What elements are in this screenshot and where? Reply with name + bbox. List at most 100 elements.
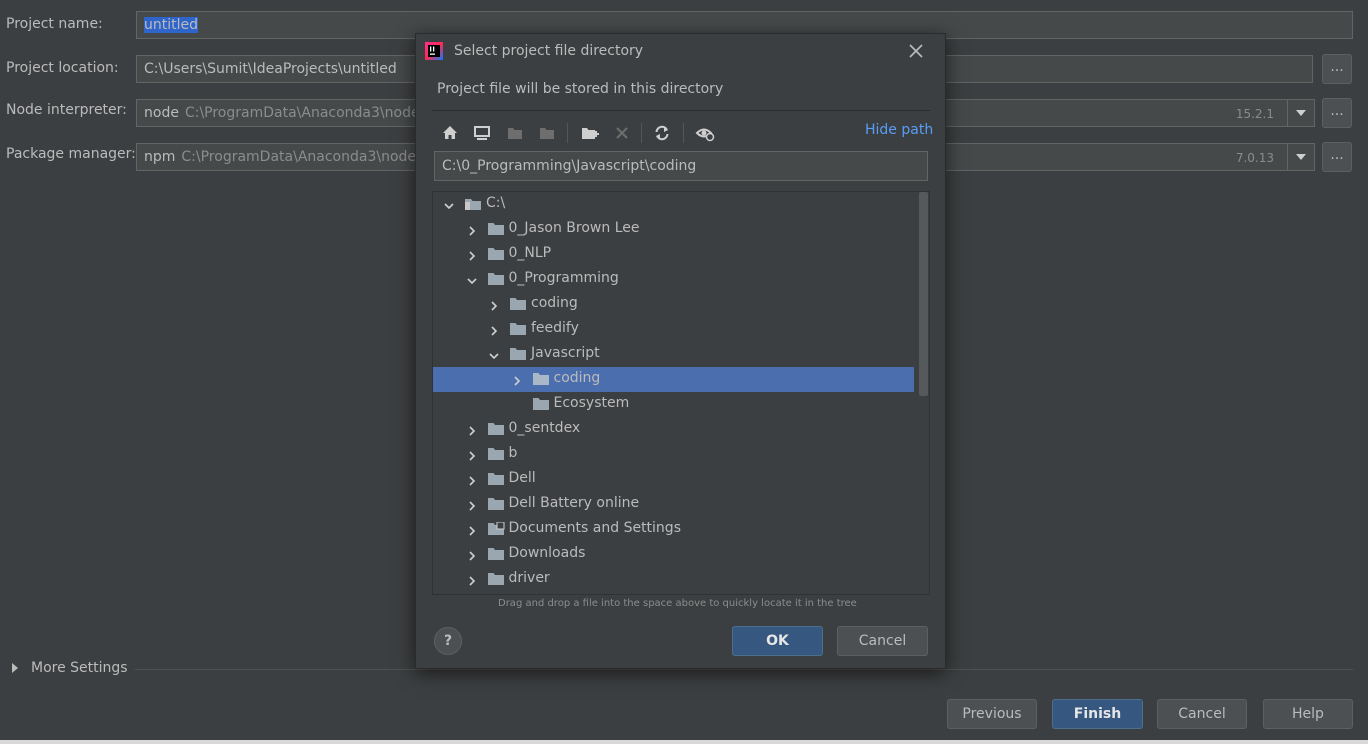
chevron-right-icon[interactable] bbox=[467, 574, 477, 586]
tree-row[interactable]: b bbox=[433, 442, 914, 467]
folder-icon bbox=[532, 372, 550, 386]
chevron-right-icon[interactable] bbox=[467, 549, 477, 561]
tree-row[interactable]: driver bbox=[433, 567, 914, 592]
home-icon[interactable] bbox=[439, 122, 461, 144]
tree-row[interactable]: Documents and Settings bbox=[433, 517, 914, 542]
more-settings-divider bbox=[135, 669, 1353, 670]
folder-icon bbox=[487, 247, 505, 261]
module-folder-icon bbox=[536, 122, 558, 144]
project-folder-icon bbox=[504, 122, 526, 144]
tree-row-label: Ecosystem bbox=[553, 395, 630, 411]
folder-icon bbox=[487, 272, 505, 286]
chevron-right-icon[interactable] bbox=[467, 424, 477, 436]
refresh-icon[interactable] bbox=[651, 122, 673, 144]
directory-tree[interactable]: driver Downloads Documents and Settings Del… bbox=[432, 191, 930, 595]
tree-row[interactable]: Downloads bbox=[433, 542, 914, 567]
dialog-title: Select project file directory bbox=[454, 43, 644, 59]
dialog-cancel-button[interactable]: Cancel bbox=[837, 626, 928, 656]
cancel-button[interactable]: Cancel bbox=[1157, 699, 1247, 729]
window-bottom-edge bbox=[0, 740, 1368, 744]
folder-icon bbox=[532, 397, 550, 411]
chevron-right-icon[interactable] bbox=[467, 224, 477, 236]
toolbar-separator bbox=[683, 123, 684, 143]
chevron-right-icon[interactable] bbox=[489, 324, 499, 336]
hide-path-link[interactable]: Hide path bbox=[865, 122, 933, 138]
pkg-name: npm bbox=[144, 149, 176, 165]
tree-row[interactable]: coding bbox=[433, 367, 914, 392]
finish-button[interactable]: Finish bbox=[1052, 699, 1143, 729]
tree-row[interactable]: 0_Programming bbox=[433, 267, 914, 292]
folder-icon bbox=[487, 447, 505, 461]
chevron-down-icon[interactable] bbox=[1287, 144, 1314, 170]
pkg-path: C:\ProgramData\Anaconda3\node bbox=[181, 149, 417, 165]
browse-pkg-button[interactable]: ... bbox=[1322, 142, 1352, 172]
project-name-value: untitled bbox=[144, 17, 199, 33]
chevron-right-icon[interactable] bbox=[467, 249, 477, 261]
project-name-label: Project name: bbox=[6, 16, 103, 32]
tree-row-label: coding bbox=[531, 295, 578, 311]
pkg-version: 7.0.13 bbox=[1235, 151, 1274, 165]
tree-row-label: Javascript bbox=[531, 345, 600, 361]
tree-row[interactable]: C:\ bbox=[433, 192, 914, 217]
tree-scrollbar[interactable] bbox=[919, 192, 928, 396]
toolbar-separator bbox=[567, 123, 568, 143]
chevron-right-icon[interactable] bbox=[467, 499, 477, 511]
chevron-right-icon[interactable] bbox=[467, 474, 477, 486]
folder-icon bbox=[509, 347, 527, 361]
tree-row-label: coding bbox=[553, 370, 601, 386]
tree-row[interactable]: 0_NLP bbox=[433, 242, 914, 267]
desktop-icon[interactable] bbox=[471, 122, 493, 144]
tree-row[interactable]: feedify bbox=[433, 317, 914, 342]
tree-row[interactable]: Dell Battery online bbox=[433, 492, 914, 517]
tree-row-label: Dell bbox=[508, 470, 536, 486]
tree-row-label: 0_Programming bbox=[508, 270, 619, 286]
tree-row-label: Dell Battery online bbox=[508, 495, 640, 511]
tree-row-label: feedify bbox=[531, 320, 579, 336]
folder-icon bbox=[487, 422, 505, 436]
folder-icon bbox=[487, 572, 505, 586]
more-settings-toggle[interactable]: More Settings bbox=[31, 660, 128, 676]
tree-row-label: 0_sentdex bbox=[508, 420, 581, 436]
subtitle-divider bbox=[432, 110, 930, 111]
folder-icon bbox=[509, 297, 527, 311]
tree-row[interactable]: Dell bbox=[433, 467, 914, 492]
chevron-right-icon[interactable] bbox=[467, 524, 477, 536]
chevron-down-icon[interactable] bbox=[444, 199, 454, 210]
chevron-right-icon[interactable] bbox=[467, 449, 477, 461]
expand-arrow-icon[interactable] bbox=[12, 663, 18, 673]
tree-row[interactable]: 0_Jason Brown Lee bbox=[433, 217, 914, 242]
chevron-down-icon[interactable] bbox=[489, 349, 499, 360]
folder-icon bbox=[487, 547, 505, 561]
folder-icon bbox=[487, 497, 505, 511]
tree-row-label: Documents and Settings bbox=[508, 520, 681, 536]
tree-row[interactable]: Ecosystem bbox=[433, 392, 914, 417]
select-directory-dialog: Select project file directory Project fi… bbox=[415, 33, 946, 669]
chevron-right-icon[interactable] bbox=[489, 299, 499, 311]
chevron-right-icon[interactable] bbox=[512, 374, 522, 386]
previous-button[interactable]: Previous bbox=[947, 699, 1037, 729]
show-hidden-icon[interactable] bbox=[694, 122, 716, 144]
help-circle-icon[interactable]: ? bbox=[434, 627, 462, 655]
dialog-subtitle: Project file will be stored in this dire… bbox=[437, 81, 724, 97]
folder-icon bbox=[487, 222, 505, 236]
browse-location-button[interactable]: ... bbox=[1322, 54, 1352, 84]
help-button[interactable]: Help bbox=[1263, 699, 1353, 729]
tree-row-label: C:\ bbox=[486, 195, 506, 211]
project-location-value: C:\Users\Sumit\IdeaProjects\untitled bbox=[144, 61, 397, 77]
tree-row-label: 0_Jason Brown Lee bbox=[508, 220, 640, 236]
tree-row[interactable]: Javascript bbox=[433, 342, 914, 367]
folder-icon bbox=[509, 322, 527, 336]
chevron-down-icon[interactable] bbox=[466, 274, 477, 285]
intellij-logo-icon bbox=[425, 42, 443, 60]
path-input[interactable]: C:\0_Programming\Javascript\coding bbox=[434, 151, 928, 181]
ok-button[interactable]: OK bbox=[732, 626, 823, 656]
tree-row-label: b bbox=[508, 445, 518, 461]
browse-node-button[interactable]: ... bbox=[1322, 98, 1352, 128]
chevron-down-icon[interactable] bbox=[1287, 100, 1314, 126]
tree-row[interactable]: 0_sentdex bbox=[433, 417, 914, 442]
close-icon[interactable] bbox=[908, 43, 924, 59]
tree-row[interactable]: coding bbox=[433, 292, 914, 317]
path-value: C:\0_Programming\Javascript\coding bbox=[442, 158, 697, 174]
new-folder-icon[interactable] bbox=[579, 122, 601, 144]
node-interpreter-label: Node interpreter: bbox=[6, 102, 127, 118]
